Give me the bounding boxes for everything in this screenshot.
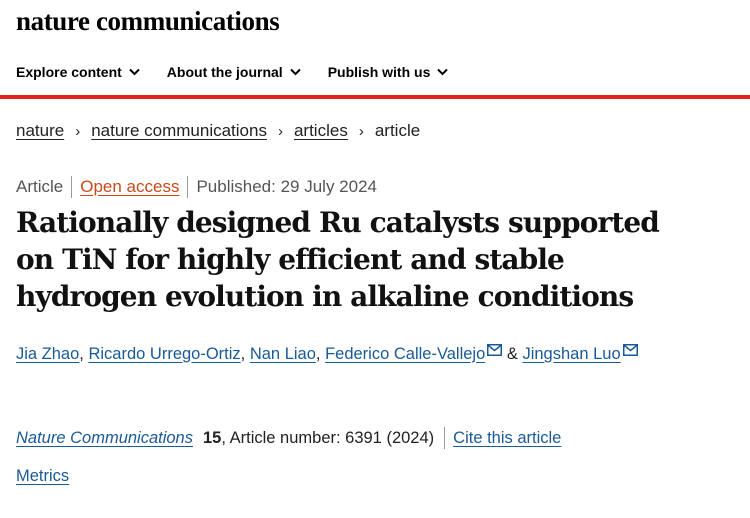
article-number: , Article number: 6391 (2024) [221,428,435,447]
author-link[interactable]: Federico Calle-Vallejo [325,345,485,364]
author-and: & [502,344,523,363]
breadcrumb: nature › nature communications › article… [16,121,420,141]
author-separator: , [240,344,250,363]
article-title: Rationally designed Ru catalysts support… [16,204,716,315]
divider [71,176,73,198]
chevron-right-icon: › [358,122,364,140]
header-divider [0,95,750,99]
author-separator: , [315,344,326,363]
author-link[interactable]: Jia Zhao [16,345,79,364]
mail-icon[interactable] [487,344,503,356]
nav-about-the-journal[interactable]: About the journal [167,64,301,80]
cite-this-article-link[interactable]: Cite this article [453,429,561,448]
chevron-down-icon [289,68,301,76]
chevron-down-icon [129,68,140,76]
breadcrumb-nature[interactable]: nature [16,121,64,141]
title-line: Rationally designed Ru catalysts support… [16,206,660,239]
title-line: on TiN for highly efficient and stable [16,243,565,276]
main-nav: Explore content About the journal Publis… [16,64,449,80]
nav-item-label: Publish with us [327,64,431,80]
breadcrumb-nature-communications[interactable]: nature communications [91,121,267,141]
citation-info: Nature Communications 15 , Article numbe… [16,427,561,449]
chevron-right-icon: › [75,122,81,140]
divider [187,176,189,198]
open-access-link[interactable]: Open access [80,177,179,197]
divider [444,427,446,449]
site-logo[interactable]: nature communications [16,6,280,37]
article-meta: Article Open access Published: 29 July 2… [16,176,377,198]
article-type: Article [16,177,64,196]
mail-icon[interactable] [622,344,638,356]
published-date: Published: 29 July 2024 [196,177,377,196]
nav-item-label: About the journal [166,64,283,80]
author-link[interactable]: Ricardo Urrego-Ortiz [88,345,240,364]
author-link[interactable]: Nan Liao [250,345,316,364]
nav-publish-with-us[interactable]: Publish with us [328,64,449,80]
author-list: Jia Zhao , Ricardo Urrego-Ortiz , Nan Li… [16,344,638,364]
chevron-right-icon: › [277,122,283,140]
breadcrumb-articles[interactable]: articles [294,121,348,141]
chevron-down-icon [437,68,449,76]
author-link[interactable]: Jingshan Luo [522,345,620,364]
breadcrumb-current: article [374,121,421,140]
metrics-link[interactable]: Metrics [16,467,69,486]
nav-item-label: Explore content [16,64,122,80]
journal-volume: 15 [203,428,222,447]
title-line: hydrogen evolution in alkaline condition… [16,280,634,313]
nav-explore-content[interactable]: Explore content [16,64,140,80]
journal-link[interactable]: Nature Communications [16,429,193,448]
author-separator: , [79,344,89,363]
